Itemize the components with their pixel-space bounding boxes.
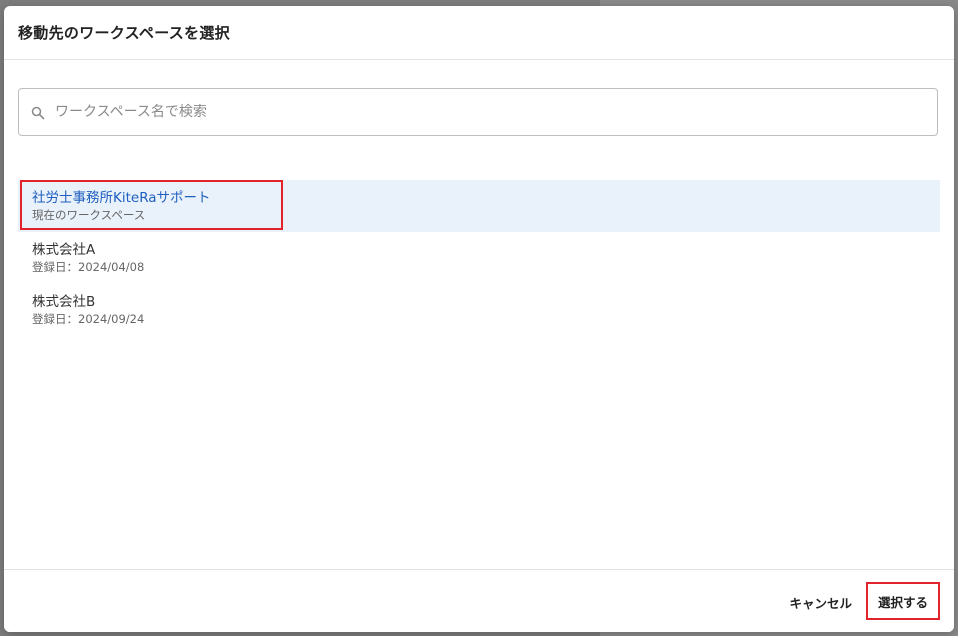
search-input[interactable] (53, 103, 937, 121)
workspace-list: 社労士事務所KiteRaサポート 現在のワークスペース 株式会社A 登録日：20… (18, 180, 940, 336)
workspace-name: 社労士事務所KiteRaサポート (32, 190, 211, 206)
workspace-name: 株式会社B (32, 294, 96, 310)
workspace-registered-date: 登録日：2024/04/08 (32, 260, 145, 274)
search-box[interactable] (18, 88, 938, 136)
modal-header: 移動先のワークスペースを選択 (4, 6, 954, 60)
modal-title: 移動先のワークスペースを選択 (18, 24, 230, 42)
workspace-name: 株式会社A (32, 242, 96, 258)
workspace-select-modal: 移動先のワークスペースを選択 社労士事務所KiteRaサポート 現在のワークスペ… (4, 6, 954, 632)
cancel-button[interactable]: キャンセル (783, 592, 858, 613)
workspace-item-b[interactable]: 株式会社B 登録日：2024/09/24 (18, 284, 940, 336)
workspace-status: 現在のワークスペース (32, 208, 146, 222)
modal-footer: キャンセル 選択する (4, 569, 954, 632)
workspace-item-a[interactable]: 株式会社A 登録日：2024/04/08 (18, 232, 940, 284)
search-icon (31, 105, 45, 120)
select-button[interactable]: 選択する (866, 582, 940, 620)
workspace-item-current[interactable]: 社労士事務所KiteRaサポート 現在のワークスペース (18, 180, 940, 232)
workspace-registered-date: 登録日：2024/09/24 (32, 312, 145, 326)
